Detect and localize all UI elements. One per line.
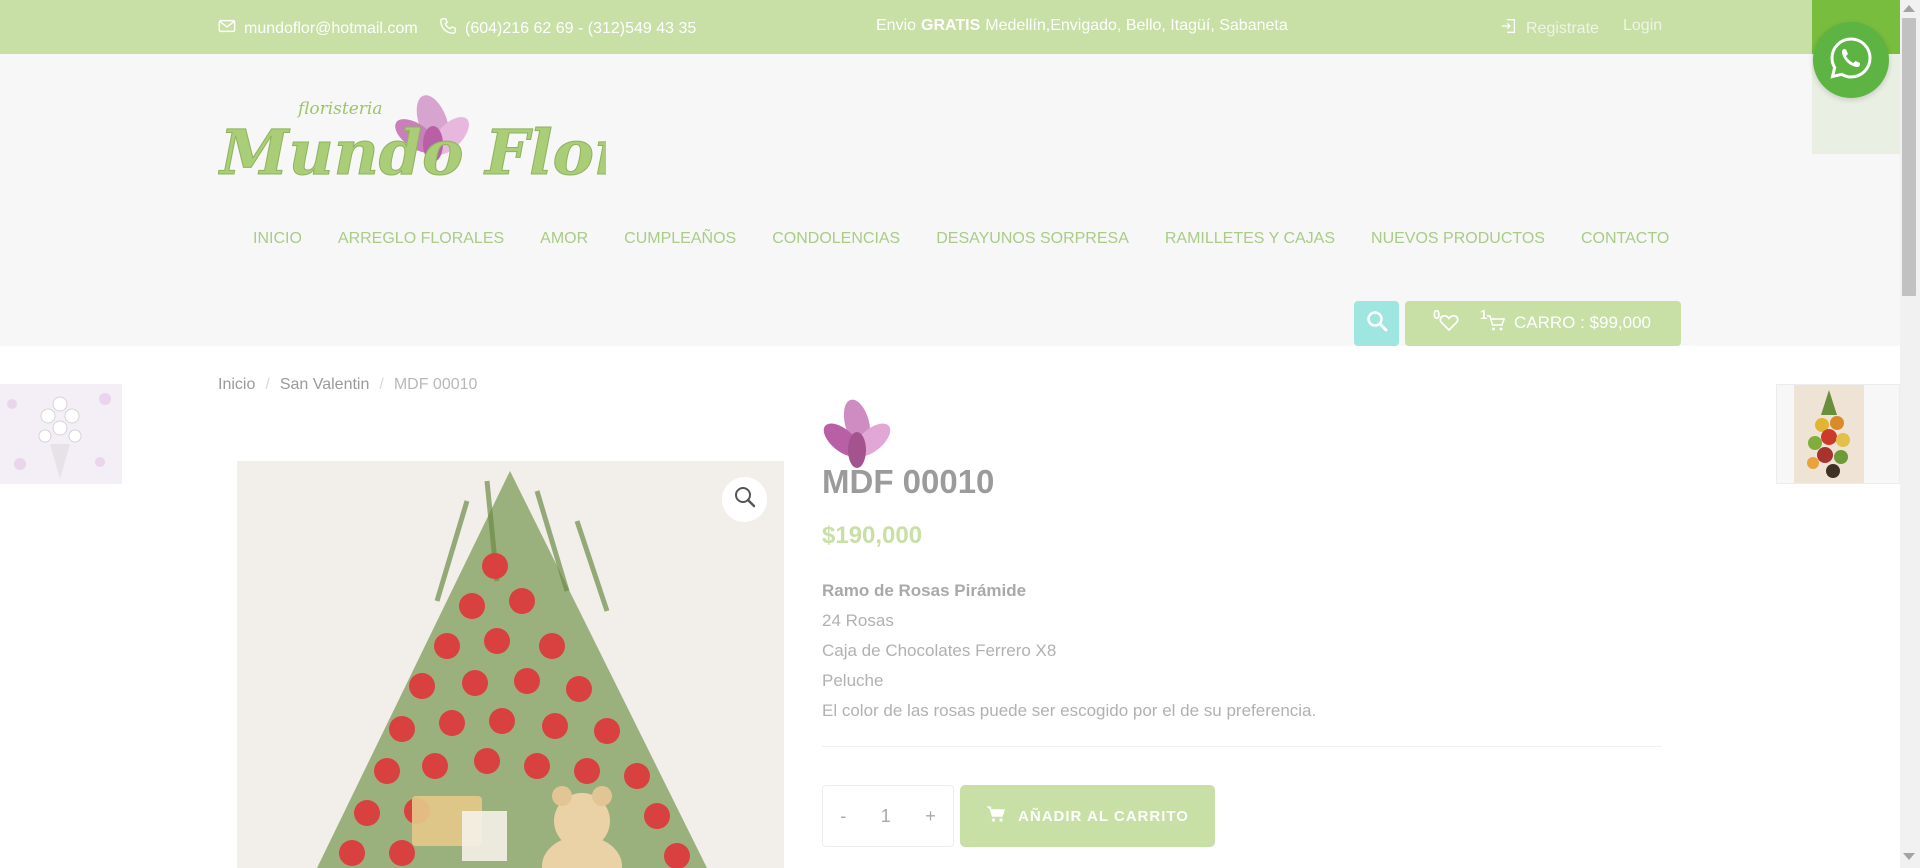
shipping-bold: GRATIS bbox=[921, 17, 981, 34]
nav-item-nuevos-productos[interactable]: NUEVOS PRODUCTOS bbox=[1371, 230, 1545, 248]
main-nav: INICIO ARREGLO FLORALES AMOR CUMPLEAÑOS … bbox=[253, 230, 1669, 248]
zoom-button[interactable] bbox=[722, 477, 767, 522]
search-icon bbox=[1366, 310, 1388, 337]
scroll-thumb[interactable] bbox=[1902, 18, 1916, 296]
nav-item-arreglo-florales[interactable]: ARREGLO FLORALES bbox=[338, 230, 504, 248]
email-link[interactable]: mundoflor@hotmail.com bbox=[218, 17, 418, 40]
whatsapp-button[interactable] bbox=[1813, 22, 1889, 98]
login-text: Login bbox=[1623, 17, 1663, 34]
login-link[interactable]: Login bbox=[1623, 17, 1662, 35]
add-to-cart-button[interactable]: AÑADIR AL CARRITO bbox=[960, 785, 1215, 847]
phone-icon bbox=[439, 17, 457, 40]
product-description: Ramo de Rosas Pirámide 24 Rosas Caja de … bbox=[822, 576, 1316, 726]
phone-text: (604)216 62 69 - (312)549 43 35 bbox=[465, 19, 697, 37]
add-to-cart-label: AÑADIR AL CARRITO bbox=[1018, 807, 1189, 825]
description-line: Caja de Chocolates Ferrero X8 bbox=[822, 641, 1057, 660]
login-icon bbox=[1500, 17, 1518, 40]
nav-item-cumpleanos[interactable]: CUMPLEAÑOS bbox=[624, 230, 736, 248]
site-logo[interactable]: floristeria Mundo Flor bbox=[218, 84, 631, 194]
product-price: $190,000 bbox=[822, 522, 923, 549]
logo-main-text: Mundo Flor bbox=[218, 116, 606, 189]
whatsapp-icon bbox=[1828, 35, 1874, 86]
cart-icon bbox=[1486, 314, 1506, 337]
previous-product-thumbnail[interactable] bbox=[0, 384, 122, 484]
register-text: Registrate bbox=[1526, 19, 1599, 37]
register-link[interactable]: Registrate bbox=[1500, 17, 1599, 40]
breadcrumb: Inicio / San Valentin / MDF 00010 bbox=[218, 376, 477, 394]
cart-icon bbox=[986, 805, 1006, 827]
shipping-notice: Envio GRATIS Medellín,Envigado, Bello, I… bbox=[876, 17, 1288, 35]
top-bar: mundoflor@hotmail.com (604)216 62 69 - (… bbox=[0, 0, 1920, 54]
description-line: Peluche bbox=[822, 671, 884, 690]
phone-link[interactable]: (604)216 62 69 - (312)549 43 35 bbox=[439, 17, 696, 40]
nav-item-condolencias[interactable]: CONDOLENCIAS bbox=[772, 230, 900, 248]
flower-decoration bbox=[822, 395, 892, 473]
quantity-increase-button[interactable]: + bbox=[925, 806, 936, 827]
shipping-prefix: Envio bbox=[876, 17, 917, 34]
cart-label: CARRO : $99,000 bbox=[1514, 313, 1652, 332]
nav-item-contacto[interactable]: CONTACTO bbox=[1581, 230, 1669, 248]
nav-item-amor[interactable]: AMOR bbox=[540, 230, 588, 248]
product-image[interactable] bbox=[237, 461, 784, 868]
scroll-down-arrow[interactable] bbox=[1903, 853, 1915, 860]
nav-item-inicio[interactable]: INICIO bbox=[253, 230, 302, 248]
breadcrumb-current: MDF 00010 bbox=[393, 376, 478, 393]
product-title: MDF 00010 bbox=[822, 463, 995, 500]
envelope-icon bbox=[218, 17, 236, 40]
breadcrumb-san-valentin[interactable]: San Valentin bbox=[280, 376, 370, 394]
email-text: mundoflor@hotmail.com bbox=[244, 19, 418, 37]
breadcrumb-separator: / bbox=[379, 376, 384, 393]
quantity-input[interactable]: 1 bbox=[881, 806, 891, 827]
nav-item-desayunos-sorpresa[interactable]: DESAYUNOS SORPRESA bbox=[936, 230, 1129, 248]
zoom-icon bbox=[733, 485, 757, 514]
divider bbox=[822, 746, 1662, 747]
shipping-cities: Medellín,Envigado, Bello, Itagüí, Sabane… bbox=[985, 17, 1288, 34]
search-button[interactable] bbox=[1354, 301, 1399, 346]
nav-item-ramilletes-y-cajas[interactable]: RAMILLETES Y CAJAS bbox=[1165, 230, 1335, 248]
quantity-stepper: - 1 + bbox=[822, 785, 954, 847]
breadcrumb-separator: / bbox=[265, 376, 270, 393]
quantity-decrease-button[interactable]: - bbox=[840, 806, 846, 827]
breadcrumb-inicio[interactable]: Inicio bbox=[218, 376, 255, 394]
description-line: 24 Rosas bbox=[822, 611, 894, 630]
heart-icon bbox=[1439, 314, 1459, 337]
next-product-thumbnail[interactable] bbox=[1776, 384, 1900, 484]
description-title: Ramo de Rosas Pirámide bbox=[822, 581, 1027, 600]
description-line: El color de las rosas puede ser escogido… bbox=[822, 701, 1317, 720]
cart-button[interactable]: 0 1 CARRO : $99,000 bbox=[1405, 301, 1681, 346]
scroll-up-arrow[interactable] bbox=[1903, 5, 1915, 12]
